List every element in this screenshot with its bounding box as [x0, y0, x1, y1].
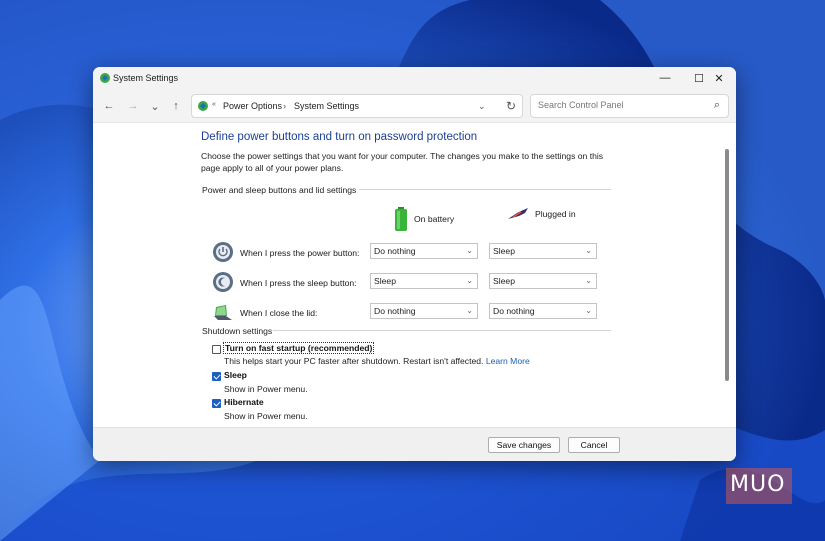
- power-options-icon: [100, 73, 110, 83]
- plugged-column-header: Plugged in: [507, 207, 576, 221]
- page-description: Choose the power settings that you want …: [201, 151, 604, 173]
- lid-close-label: When I close the lid:: [240, 308, 318, 318]
- refresh-icon[interactable]: ↻: [506, 99, 516, 113]
- forward-arrow-icon[interactable]: →: [126, 99, 140, 113]
- power-button-plugged-select[interactable]: Sleep ⌄: [489, 243, 597, 259]
- hibernate-checkbox[interactable]: [212, 399, 221, 408]
- fast-startup-label[interactable]: Turn on fast startup (recommended): [222, 342, 375, 354]
- sleep-description: Show in Power menu.: [224, 384, 308, 394]
- sleep-checkbox[interactable]: [212, 372, 221, 381]
- address-bar[interactable]: « Power Options › System Settings ⌄ ↻: [191, 94, 523, 118]
- navigation-bar: ← → ⌄ ↑ « Power Options › System Setting…: [93, 89, 736, 123]
- system-settings-window: System Settings — ☐ ✕ ← → ⌄ ↑ « Power Op…: [93, 67, 736, 461]
- sleep-button-label: When I press the sleep button:: [240, 278, 357, 288]
- lid-close-plugged-select[interactable]: Do nothing ⌄: [489, 303, 597, 319]
- dialog-footer: Save changes Cancel: [93, 427, 736, 461]
- plugged-column-label: Plugged in: [535, 209, 576, 219]
- main-content: Define power buttons and turn on passwor…: [93, 123, 736, 425]
- title-bar: System Settings — ☐ ✕: [93, 67, 736, 89]
- chevron-down-icon: ⌄: [466, 246, 473, 255]
- section-shutdown: Shutdown settings: [202, 326, 273, 336]
- search-box[interactable]: ⌕: [530, 94, 729, 118]
- breadcrumb-separator-icon[interactable]: ›: [283, 101, 286, 111]
- chevron-down-icon: ⌄: [585, 246, 592, 255]
- sleep-button-plugged-select[interactable]: Sleep ⌄: [489, 273, 597, 289]
- select-value: Do nothing: [493, 306, 535, 316]
- page-title: Define power buttons and turn on passwor…: [201, 131, 478, 143]
- sleep-label[interactable]: Sleep: [224, 370, 247, 380]
- select-value: Sleep: [493, 276, 515, 286]
- chevron-down-icon: ⌄: [466, 306, 473, 315]
- fast-startup-description: This helps start your PC faster after sh…: [224, 356, 530, 366]
- select-value: Sleep: [493, 246, 515, 256]
- minimize-button[interactable]: —: [648, 67, 682, 89]
- chevron-down-icon: ⌄: [466, 276, 473, 285]
- breadcrumb-system-settings[interactable]: System Settings: [294, 101, 359, 111]
- power-button-battery-select[interactable]: Do nothing ⌄: [370, 243, 478, 259]
- search-icon[interactable]: ⌕: [714, 99, 720, 112]
- fast-startup-checkbox[interactable]: [212, 345, 221, 354]
- cancel-button[interactable]: Cancel: [568, 437, 620, 453]
- sleep-button-icon: [213, 272, 233, 292]
- learn-more-link[interactable]: Learn More: [486, 356, 530, 366]
- recent-locations-chevron-icon[interactable]: ⌄: [148, 99, 162, 113]
- section-power-buttons: Power and sleep buttons and lid settings: [202, 185, 357, 195]
- breadcrumb-power-options[interactable]: Power Options: [223, 101, 282, 111]
- chevron-down-icon: ⌄: [585, 276, 592, 285]
- address-dropdown-icon[interactable]: ⌄: [478, 101, 486, 112]
- search-input[interactable]: [538, 100, 698, 110]
- close-button[interactable]: ✕: [702, 67, 736, 89]
- control-panel-icon: [198, 101, 208, 111]
- muo-watermark-logo: MUO: [726, 468, 792, 504]
- battery-icon: [395, 207, 407, 231]
- battery-column-label: On battery: [414, 214, 455, 224]
- section-divider: [359, 189, 611, 190]
- fast-startup-desc-text: This helps start your PC faster after sh…: [224, 356, 484, 366]
- chevron-down-icon: ⌄: [585, 306, 592, 315]
- window-title: System Settings: [113, 73, 179, 83]
- watermark-text: MUO: [730, 472, 786, 497]
- hibernate-label[interactable]: Hibernate: [224, 397, 264, 407]
- power-button-icon: [213, 242, 233, 262]
- sleep-button-battery-select[interactable]: Sleep ⌄: [370, 273, 478, 289]
- select-value: Do nothing: [374, 246, 416, 256]
- laptop-lid-icon: [214, 305, 232, 320]
- lid-close-battery-select[interactable]: Do nothing ⌄: [370, 303, 478, 319]
- power-button-label: When I press the power button:: [240, 248, 360, 258]
- power-plug-icon: [508, 208, 528, 219]
- breadcrumb-overflow-icon[interactable]: «: [212, 101, 216, 108]
- up-arrow-icon[interactable]: ↑: [169, 99, 183, 113]
- save-changes-button[interactable]: Save changes: [488, 437, 560, 453]
- section-divider: [273, 330, 611, 331]
- battery-column-header: On battery: [394, 207, 454, 231]
- back-arrow-icon[interactable]: ←: [102, 99, 116, 113]
- select-value: Do nothing: [374, 306, 416, 316]
- select-value: Sleep: [374, 276, 396, 286]
- vertical-scrollbar[interactable]: [725, 149, 729, 381]
- hibernate-description: Show in Power menu.: [224, 411, 308, 421]
